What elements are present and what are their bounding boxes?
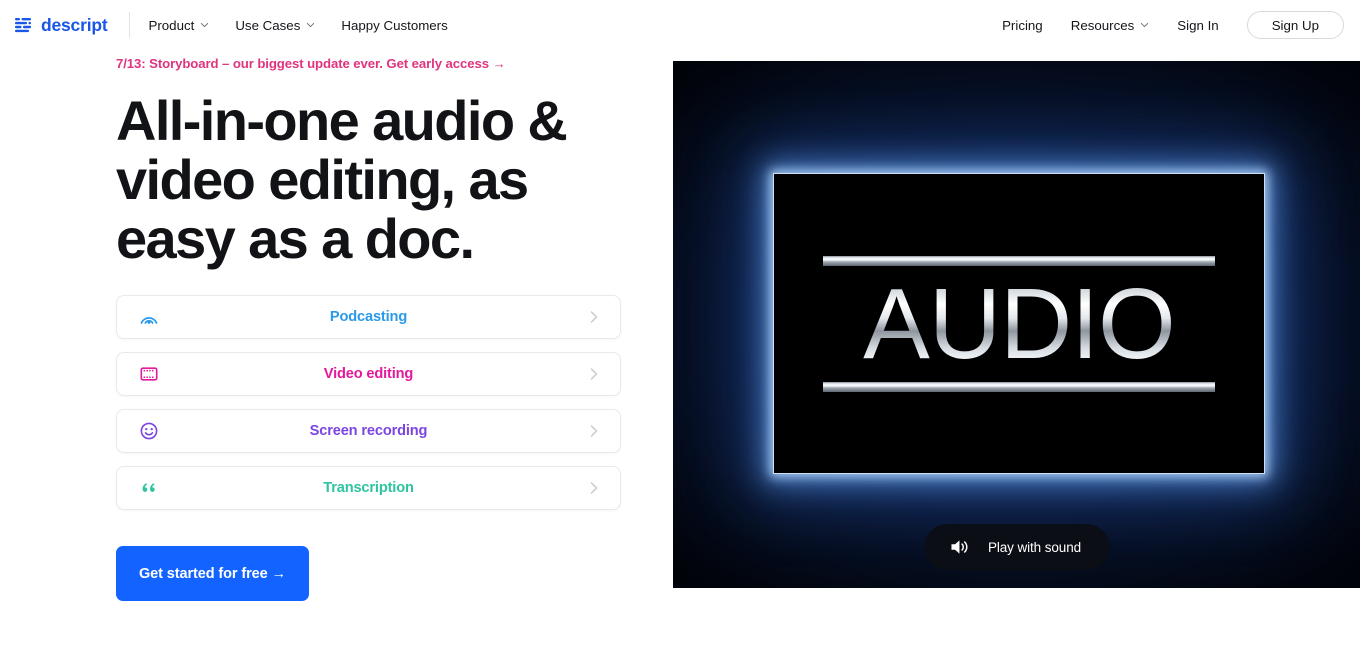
play-with-sound-label: Play with sound	[987, 539, 1082, 555]
broadcast-icon	[136, 304, 162, 330]
nav-item-resources[interactable]: Resources	[1071, 18, 1150, 33]
chevron-right-icon	[588, 423, 600, 439]
feature-card-video-editing-label: Video editing	[323, 366, 414, 382]
get-started-button[interactable]: Get started for free →	[116, 546, 309, 601]
hero-left-column: 7/13: Storyboard – our biggest update ev…	[116, 56, 636, 601]
chevron-down-icon	[1140, 22, 1149, 28]
chevron-down-icon	[200, 22, 209, 28]
feature-card-podcasting[interactable]: Podcasting	[116, 295, 621, 339]
nav-item-pricing-label: Pricing	[1002, 17, 1043, 33]
top-navigation-bar: descript Product Use Cases Happy Custome…	[0, 0, 1360, 50]
feature-card-podcasting-label: Podcasting	[329, 309, 408, 325]
chevron-down-icon	[306, 22, 315, 28]
nav-item-happy-customers[interactable]: Happy Customers	[341, 18, 447, 33]
nav-item-product-label: Product	[148, 17, 195, 33]
feature-card-transcription[interactable]: Transcription	[116, 466, 621, 510]
feature-card-screen-recording[interactable]: Screen recording	[116, 409, 621, 453]
nav-item-sign-in-label: Sign In	[1177, 17, 1219, 33]
feature-card-video-editing[interactable]: Video editing	[116, 352, 621, 396]
descript-bars-logo-icon	[14, 16, 33, 35]
chevron-right-icon	[588, 480, 600, 496]
audio-artwork: AUDIO	[819, 255, 1219, 392]
descript-logo[interactable]: descript	[14, 14, 108, 36]
play-with-sound-button[interactable]: Play with sound	[923, 524, 1110, 570]
nav-item-use-cases[interactable]: Use Cases	[235, 18, 315, 33]
feature-card-screen-recording-label: Screen recording	[309, 423, 428, 439]
nav-item-resources-label: Resources	[1070, 17, 1135, 33]
nav-divider	[129, 12, 131, 38]
artwork-top-bar	[823, 255, 1215, 266]
nav-item-pricing[interactable]: Pricing	[1002, 18, 1043, 33]
chevron-right-icon	[588, 309, 600, 325]
feature-card-list: Podcasting Video editing Screen recordin…	[116, 295, 621, 510]
artwork-audio-text: AUDIO	[819, 274, 1219, 374]
page-title: All-in-one audio & video editing, as eas…	[116, 89, 568, 270]
feature-card-transcription-label: Transcription	[323, 480, 414, 496]
speaker-sound-icon	[948, 537, 970, 557]
quote-mark-icon	[136, 475, 162, 501]
sign-up-button[interactable]: Sign Up	[1246, 11, 1344, 39]
artwork-bottom-bar	[823, 381, 1215, 392]
logo-wordmark: descript	[41, 14, 108, 35]
nav-item-product[interactable]: Product	[148, 18, 209, 33]
video-glow-frame: AUDIO	[773, 173, 1265, 474]
nav-item-happy-customers-label: Happy Customers	[341, 17, 448, 33]
announcement-link[interactable]: 7/13: Storyboard – our biggest update ev…	[116, 56, 636, 71]
smiley-face-icon	[136, 418, 162, 444]
nav-secondary-links: Pricing Resources Sign In Sign Up	[1002, 11, 1344, 39]
nav-item-sign-in[interactable]: Sign In	[1177, 18, 1218, 33]
film-strip-icon	[136, 361, 162, 387]
nav-item-use-cases-label: Use Cases	[235, 17, 301, 33]
hero-video-player[interactable]: AUDIO Play with sound	[673, 61, 1360, 588]
chevron-right-icon	[588, 366, 600, 382]
nav-primary-links: Product Use Cases Happy Customers	[148, 18, 447, 33]
